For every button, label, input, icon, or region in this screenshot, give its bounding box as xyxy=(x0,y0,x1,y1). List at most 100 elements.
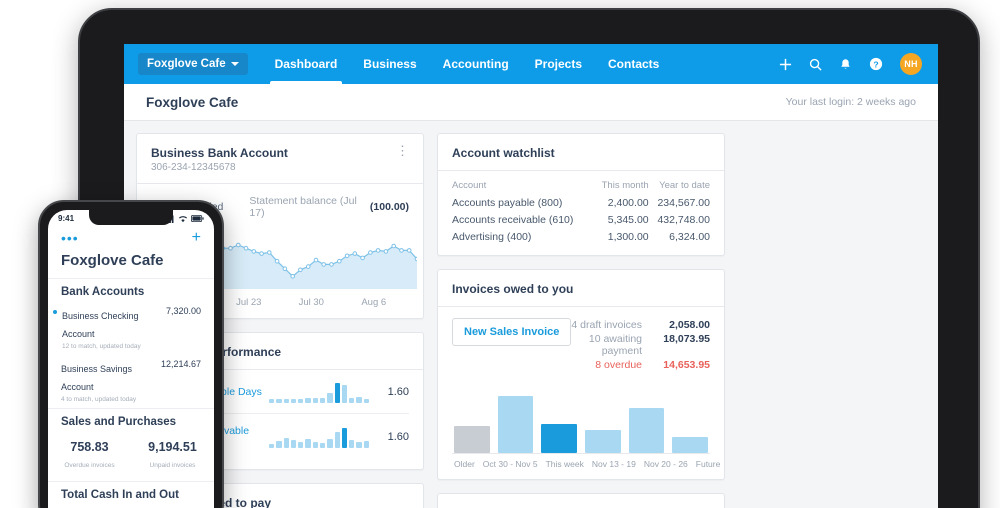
invoices-owed-card: Invoices owed to you New Sales Invoice 4… xyxy=(437,269,725,480)
column-header: This month xyxy=(594,180,649,194)
avatar[interactable]: NH xyxy=(900,53,922,75)
nav-item-dashboard[interactable]: Dashboard xyxy=(262,44,351,84)
screenshot-stage: Foxglove Cafe Dashboard Business Account… xyxy=(0,0,1000,508)
nav-actions: ? NH xyxy=(779,44,938,84)
chart-bar[interactable] xyxy=(585,430,621,453)
chart-bar[interactable] xyxy=(454,426,490,453)
sparkline-bar xyxy=(327,439,332,448)
invoice-line[interactable]: 4 draft invoices 2,058.00 xyxy=(571,318,710,332)
sparkline-bar xyxy=(305,398,310,403)
org-name-label: Foxglove Cafe xyxy=(147,58,226,70)
bar-label: Nov 13 - 19 xyxy=(592,459,636,469)
invoice-line-overdue[interactable]: 8 overdue 14,653.95 xyxy=(571,358,710,372)
sparkline-bar xyxy=(313,398,318,403)
sparkline-bar xyxy=(342,428,347,448)
table-row[interactable]: Accounts payable (800) 2,400.00 234,567.… xyxy=(452,194,710,211)
new-sales-invoice-button[interactable]: New Sales Invoice xyxy=(452,318,571,346)
sparkline-bar xyxy=(284,438,289,448)
invoices-card-title: Invoices owed to you xyxy=(452,282,710,296)
chart-bar[interactable] xyxy=(629,408,665,453)
chart-bar[interactable] xyxy=(541,424,577,453)
sparkline-bar xyxy=(298,442,303,448)
phone-notch xyxy=(89,210,173,225)
invoice-line[interactable]: 10 awaiting payment 18,073.95 xyxy=(571,332,710,358)
sparkline-bar xyxy=(349,440,354,448)
watchlist-card-title: Account watchlist xyxy=(452,146,710,160)
org-switcher-button[interactable]: Foxglove Cafe xyxy=(138,53,248,75)
sparkline-bar xyxy=(276,441,281,448)
account-watchlist-card: Account watchlist Account This month Yea… xyxy=(437,133,725,256)
phone-stat-unpaid[interactable]: 9,194.51 Unpaid invoices xyxy=(131,440,214,472)
phone-account-row[interactable]: Business Checking Account 12 to match, u… xyxy=(48,302,214,355)
table-row[interactable]: Accounts receivable (610) 5,345.00 432,7… xyxy=(452,211,710,228)
phone-stat-overdue[interactable]: 758.83 Overdue invoices xyxy=(48,440,131,472)
bank-card-title: Business Bank Account xyxy=(151,146,288,160)
battery-icon xyxy=(191,215,204,222)
table-row[interactable]: Advertising (400) 1,300.00 6,324.00 xyxy=(452,228,710,245)
invoices-summary-lines: 4 draft invoices 2,058.00 10 awaiting pa… xyxy=(571,318,710,372)
phone-section-sales-purchases: Sales and Purchases xyxy=(48,408,214,432)
axis-tick: Jul 30 xyxy=(280,297,343,308)
chart-bar[interactable] xyxy=(672,437,708,453)
statement-balance-label: Statement balance (Jul 17) xyxy=(249,195,370,219)
ytd-value: 432,748.00 xyxy=(649,211,710,228)
chart-bar[interactable] xyxy=(498,396,534,453)
bar-label: Oct 30 - Nov 5 xyxy=(483,459,538,469)
nav-item-contacts[interactable]: Contacts xyxy=(595,44,672,84)
phone-account-row[interactable]: Business Savings Account 4 to match, upd… xyxy=(48,355,214,408)
payable-days-sparkline xyxy=(269,381,369,403)
sparkline-bar xyxy=(342,385,347,403)
watchlist-table: Account This month Year to date Accounts… xyxy=(452,180,710,245)
last-login-text: Your last login: 2 weeks ago xyxy=(786,96,916,108)
sparkline-bar xyxy=(269,399,274,403)
stat-label: Unpaid invoices xyxy=(150,462,196,469)
phone-stats-row: 758.83 Overdue invoices 9,194.51 Unpaid … xyxy=(48,432,214,481)
phone-screen: 9:41 ••• + Foxglove Cafe Bank Accounts B… xyxy=(48,210,214,508)
invoice-line-label: 8 overdue xyxy=(595,359,642,371)
sparkline-bar xyxy=(356,397,361,403)
bar-label: Nov 20 - 26 xyxy=(644,459,688,469)
nav-item-accounting[interactable]: Accounting xyxy=(430,44,522,84)
more-dots-icon[interactable]: ••• xyxy=(61,233,79,243)
bar-label: Older xyxy=(454,459,475,469)
phone-account-amount: 7,320.00 xyxy=(160,306,201,316)
sparkline-bar xyxy=(284,399,289,403)
nav-label: Projects xyxy=(535,57,582,71)
search-icon[interactable] xyxy=(809,58,822,71)
bell-icon[interactable] xyxy=(839,58,852,71)
sparkline-bar xyxy=(320,443,325,448)
chevron-down-icon xyxy=(231,62,239,66)
divider xyxy=(137,183,423,184)
invoice-line-label: 4 draft invoices xyxy=(571,319,642,331)
ytd-value: 6,324.00 xyxy=(649,228,710,245)
stat-value: 758.83 xyxy=(48,440,131,454)
invoice-line-value: 14,653.95 xyxy=(656,359,710,371)
page-title: Foxglove Cafe xyxy=(146,95,238,110)
avatar-initials: NH xyxy=(904,59,918,69)
bar-label: Future xyxy=(696,459,721,469)
sparkline-bar xyxy=(356,442,361,448)
invoice-line-value: 2,058.00 xyxy=(656,319,710,331)
statement-balance-value: (100.00) xyxy=(370,201,409,213)
tablet-screen: Foxglove Cafe Dashboard Business Account… xyxy=(124,44,938,508)
plus-icon[interactable] xyxy=(779,58,792,71)
nav-label: Dashboard xyxy=(275,57,338,71)
plus-icon[interactable]: + xyxy=(192,231,201,245)
status-time: 9:41 xyxy=(58,214,74,223)
sparkline-bar xyxy=(320,398,325,403)
help-icon[interactable]: ? xyxy=(869,57,883,71)
sparkline-bar xyxy=(276,399,281,403)
sparkline-bar xyxy=(291,440,296,448)
nav-items: Dashboard Business Accounting Projects C… xyxy=(262,44,673,84)
page-header: Foxglove Cafe Your last login: 2 weeks a… xyxy=(124,84,938,121)
nav-label: Accounting xyxy=(443,57,509,71)
unread-dot-icon xyxy=(53,310,57,314)
phone-account-sub: 12 to match, updated today xyxy=(62,343,160,350)
bank-card-header: Business Bank Account 306-234-12345678 ⋮ xyxy=(151,146,409,173)
nav-item-business[interactable]: Business xyxy=(350,44,429,84)
phone-account-name: Business Checking Account xyxy=(62,311,139,339)
phone-account-sub: 4 to match, updated today xyxy=(61,396,155,403)
nav-item-projects[interactable]: Projects xyxy=(522,44,595,84)
account-name: Accounts payable (800) xyxy=(452,194,594,211)
kebab-menu-icon[interactable]: ⋮ xyxy=(396,146,409,156)
